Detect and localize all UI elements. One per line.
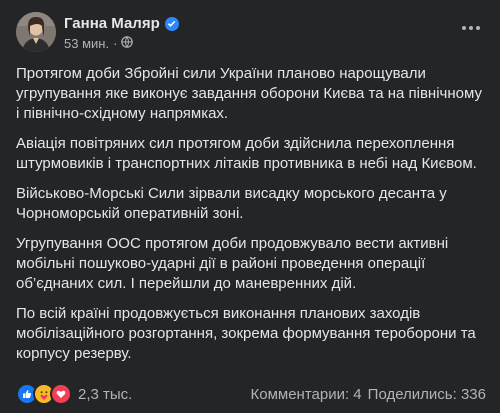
dot-icon bbox=[469, 26, 473, 30]
dot-icon bbox=[476, 26, 480, 30]
avatar[interactable] bbox=[16, 12, 56, 52]
post-header: Ганна Маляр 53 мин. · bbox=[16, 12, 486, 56]
post-paragraph: По всій країні продовжується виконання п… bbox=[16, 305, 476, 362]
post-text: Протягом доби Збройні сили України плано… bbox=[16, 64, 488, 374]
post-card: Ганна Маляр 53 мин. · Протягом доби Збро… bbox=[0, 0, 500, 413]
post-paragraph: Військово-Морські Сили зірвали висадку м… bbox=[16, 185, 447, 222]
author-label[interactable]: Ганна Маляр bbox=[64, 15, 160, 32]
globe-icon bbox=[121, 36, 134, 51]
post-footer: 2,3 тыс. Комментарии: 4 Поделились: 336 bbox=[16, 382, 486, 406]
more-options-button[interactable] bbox=[456, 16, 486, 40]
reactions-summary[interactable]: 2,3 тыс. bbox=[16, 383, 132, 405]
author-name[interactable]: Ганна Маляр bbox=[64, 15, 179, 32]
love-icon bbox=[50, 383, 72, 405]
reaction-icons bbox=[16, 383, 72, 405]
shares-count[interactable]: Поделились: 336 bbox=[368, 386, 486, 403]
verified-icon bbox=[164, 16, 179, 31]
post-stats: Комментарии: 4 Поделились: 336 bbox=[251, 386, 487, 403]
post-paragraph: Угрупування ООС протягом доби продовжува… bbox=[16, 235, 449, 292]
reactions-count[interactable]: 2,3 тыс. bbox=[78, 386, 132, 403]
comments-count[interactable]: Комментарии: 4 bbox=[251, 386, 362, 403]
dot-icon bbox=[462, 26, 466, 30]
avatar-image bbox=[16, 12, 56, 52]
post-paragraph: Авіація повітряних сил протягом доби зді… bbox=[16, 135, 477, 172]
separator: · bbox=[113, 36, 118, 51]
post-paragraph: Протягом доби Збройні сили України плано… bbox=[16, 65, 482, 122]
post-time[interactable]: 53 мин. bbox=[64, 36, 109, 51]
post-meta: 53 мин. · bbox=[64, 36, 134, 51]
